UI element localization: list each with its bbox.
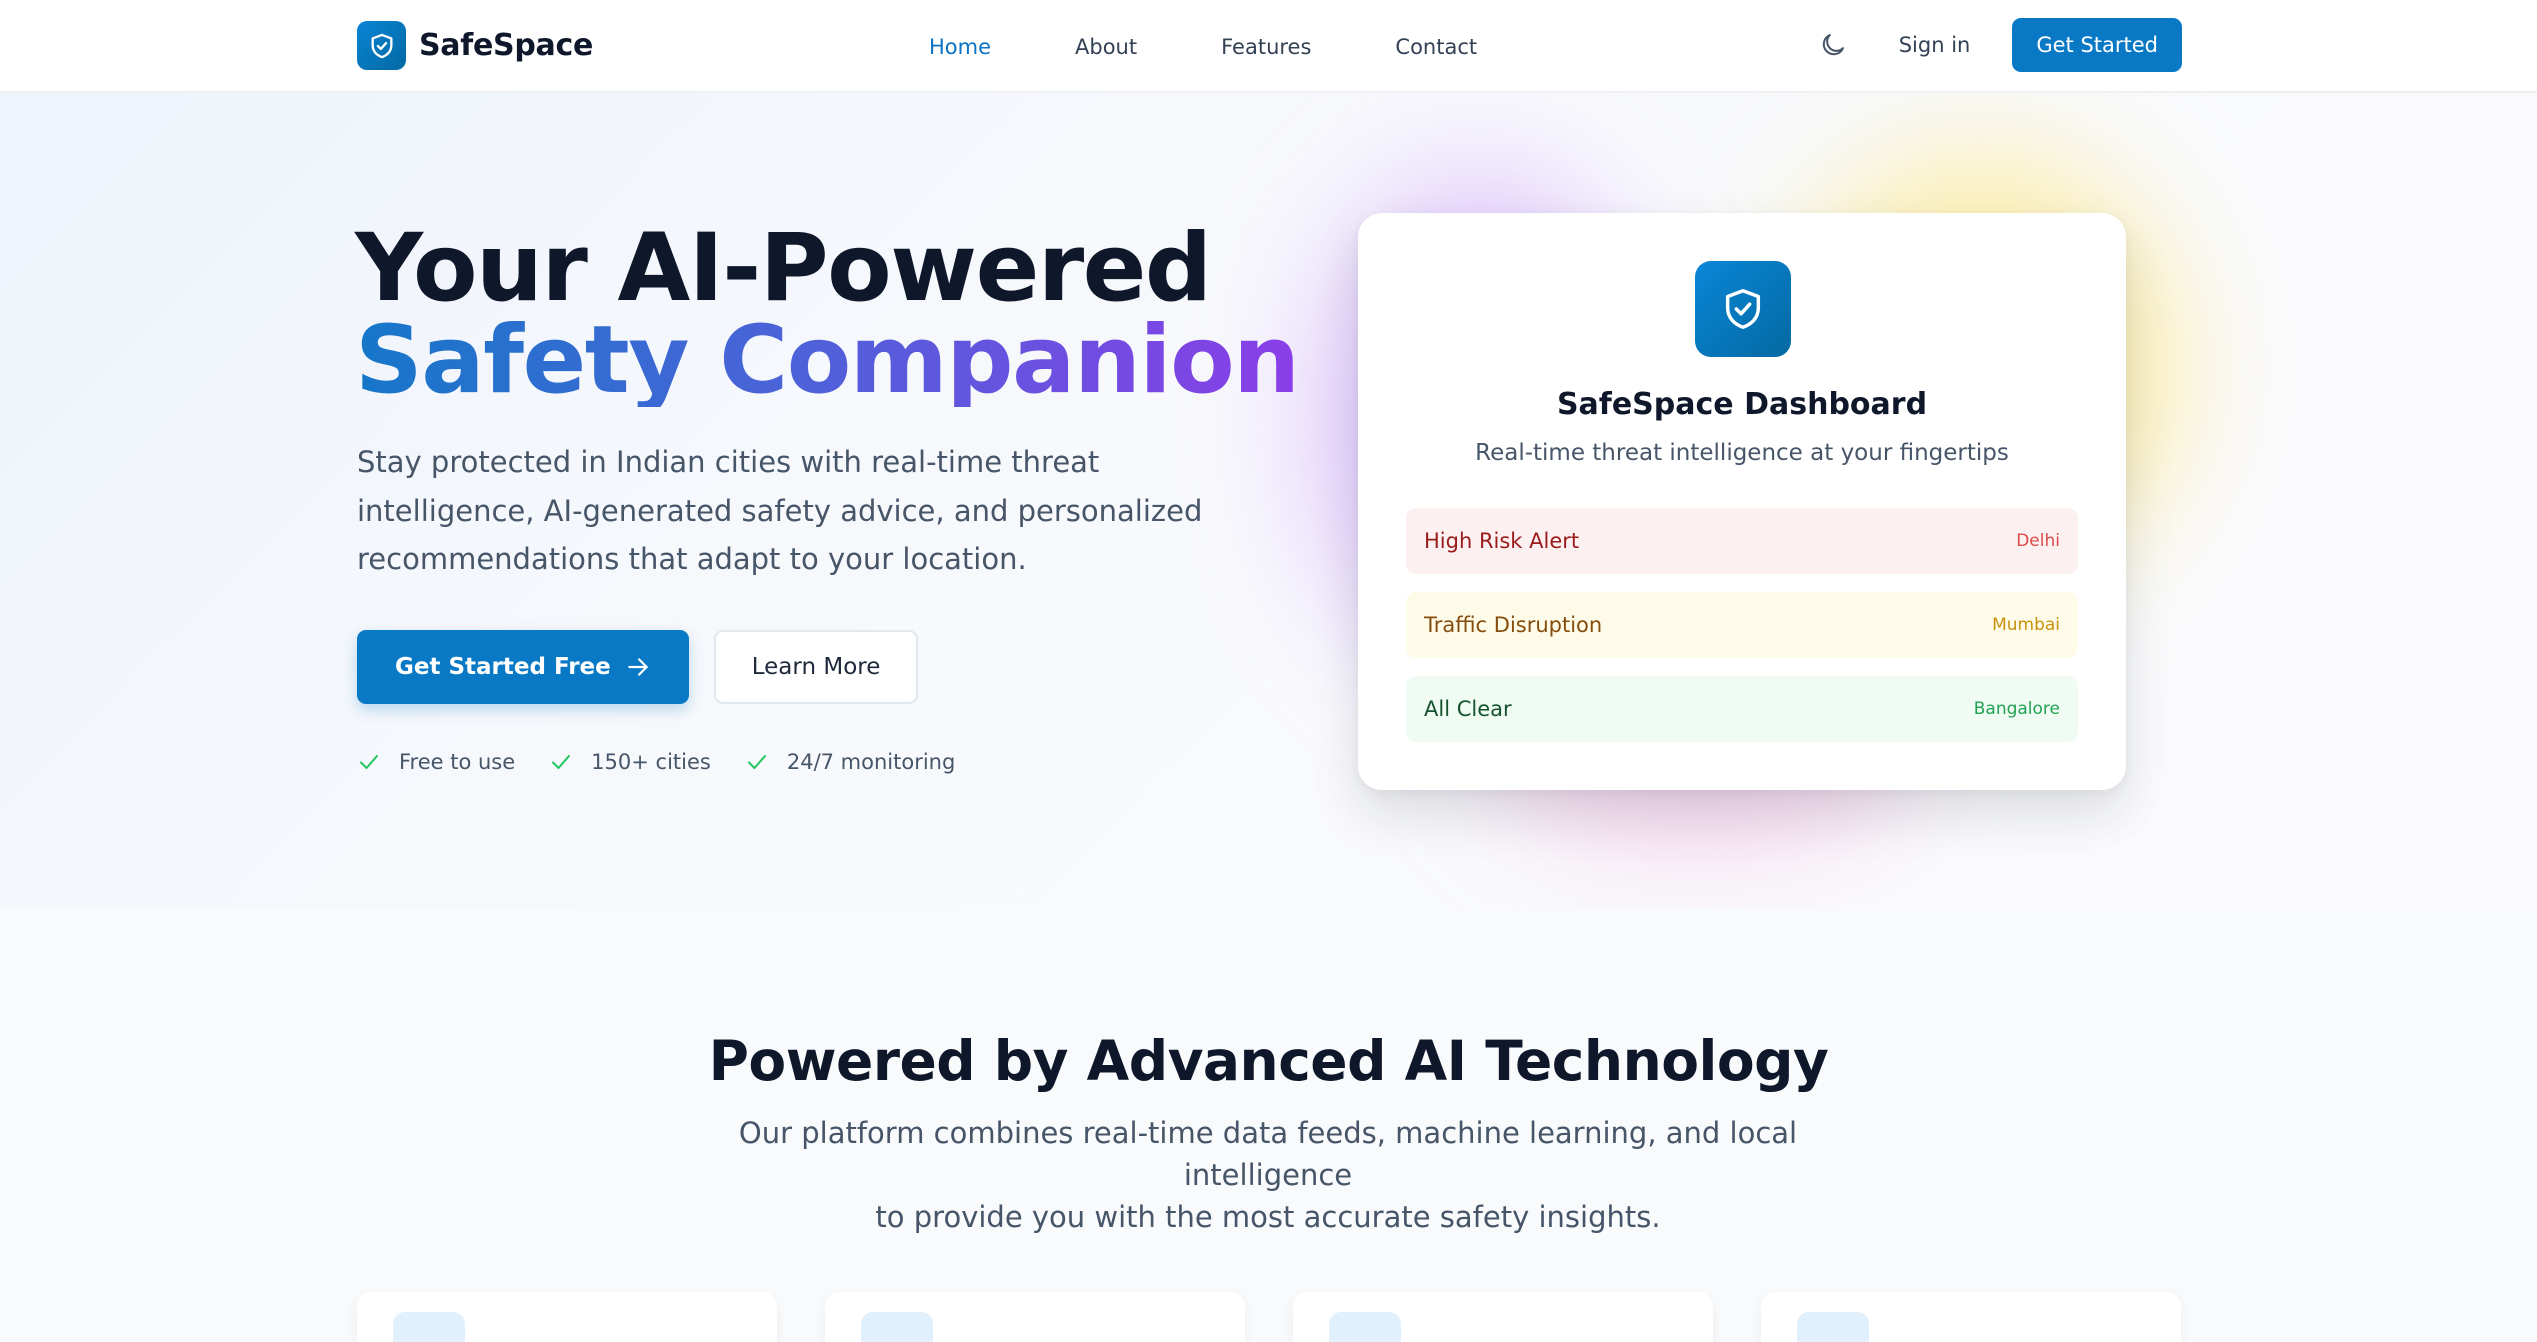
alert-traffic: Traffic Disruption Mumbai [1406,592,2078,658]
features-title: Powered by Advanced AI Technology [708,1029,1829,1093]
features-description-line1: Our platform combines real-time data fee… [738,1116,1798,1192]
nav-link-features[interactable]: Features [1221,35,1311,59]
check-label: 150+ cities [591,750,711,774]
hero-buttons: Get Started Free Learn More [357,630,919,704]
check-item-monitoring: 24/7 monitoring [745,750,955,774]
check-item-cities: 150+ cities [549,750,711,774]
nav-actions: Sign in Get Started [1813,18,2182,72]
get-started-free-button[interactable]: Get Started Free [357,630,689,704]
alert-all-clear: All Clear Bangalore [1406,676,2078,742]
features-section: Powered by Advanced AI Technology Our pl… [0,909,2537,1342]
moon-icon[interactable] [1813,25,1853,65]
hero-title-line1: Your AI-Powered [355,214,1212,323]
alert-city: Mumbai [1992,615,2060,635]
feature-icon [1797,1312,1869,1342]
learn-more-button[interactable]: Learn More [713,630,919,704]
check-item-free: Free to use [357,750,515,774]
feature-icon [1329,1312,1401,1342]
feature-icon [861,1312,933,1342]
check-icon [552,755,571,769]
feature-card [357,1292,777,1342]
nav-link-about[interactable]: About [1075,35,1137,59]
nav-links: Home About Features Contact [929,0,1561,93]
brand[interactable]: SafeSpace [357,21,593,70]
dashboard-title: SafeSpace Dashboard [1556,387,1928,422]
alert-label: Traffic Disruption [1424,613,1603,637]
feature-card [825,1292,1245,1342]
features-description-line2: to provide you with the most accurate sa… [875,1200,1661,1234]
check-label: Free to use [399,750,516,774]
sign-in-link[interactable]: Sign in [1899,33,1971,57]
alert-label: High Risk Alert [1424,529,1580,553]
navbar: SafeSpace Home About Features Contact Si… [0,0,2537,93]
shield-check-icon [357,21,406,70]
hero-checks: Free to use 150+ cities 24/7 monitoring [357,750,989,774]
dashboard-subtitle: Real-time threat intelligence at your fi… [1475,440,2009,466]
nav-link-contact[interactable]: Contact [1395,35,1477,59]
alert-label: All Clear [1424,697,1512,721]
check-icon [747,755,766,769]
dashboard-preview-card: SafeSpace Dashboard Real-time threat int… [1358,213,2126,790]
hero-title-line2: Safety Companion [355,306,1300,415]
alert-city: Bangalore [1973,699,2060,719]
alert-high-risk: High Risk Alert Delhi [1406,508,2078,574]
brand-name: SafeSpace [419,28,594,63]
feature-icon [393,1312,465,1342]
shield-check-icon [1695,261,1791,357]
get-started-button[interactable]: Get Started [2012,18,2182,72]
hero-description: Stay protected in Indian cities with rea… [357,445,1203,576]
features-description: Our platform combines real-time data fee… [668,1112,1868,1238]
hero-section: Your AI-Powered Safety Companion Stay pr… [0,93,2537,909]
check-label: 24/7 monitoring [786,750,956,774]
check-icon [360,755,378,769]
arrow-right-icon [628,658,648,676]
feature-card [1293,1292,1713,1342]
alert-city: Delhi [2016,531,2060,551]
hero-title: Your AI-Powered Safety Companion [355,214,1300,415]
get-started-free-label: Get Started Free [395,654,611,680]
feature-card [1761,1292,2181,1342]
nav-link-home[interactable]: Home [929,35,991,59]
